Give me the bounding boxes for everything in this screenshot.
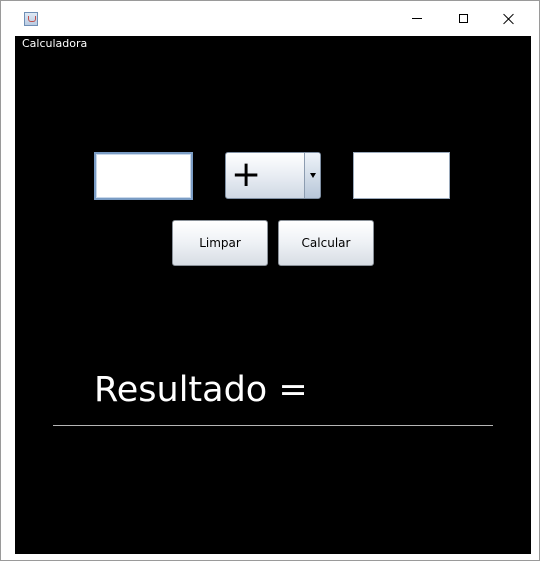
close-icon (503, 13, 515, 25)
minimize-button[interactable] (394, 1, 440, 36)
calculator-panel: Calculadora + Limpar Calcular Resultado … (15, 36, 531, 554)
app-window: Calculadora + Limpar Calcular Resultado … (0, 0, 540, 561)
frame-title: Calculadora (22, 37, 88, 50)
maximize-button[interactable] (440, 1, 486, 36)
maximize-icon (458, 14, 468, 23)
close-button[interactable] (486, 1, 532, 36)
operator-select[interactable]: + (225, 152, 321, 199)
calculate-button[interactable]: Calcular (278, 220, 374, 266)
dropdown-arrow-icon[interactable] (304, 153, 320, 198)
first-number-input[interactable] (94, 152, 193, 200)
result-separator (53, 425, 493, 426)
java-app-icon[interactable] (24, 12, 38, 26)
second-number-input[interactable] (353, 152, 450, 199)
operator-selected-value: + (231, 154, 262, 195)
clear-button[interactable]: Limpar (172, 220, 268, 266)
title-bar[interactable] (1, 1, 539, 36)
result-label: Resultado = (94, 370, 308, 410)
minimize-icon (412, 18, 422, 19)
